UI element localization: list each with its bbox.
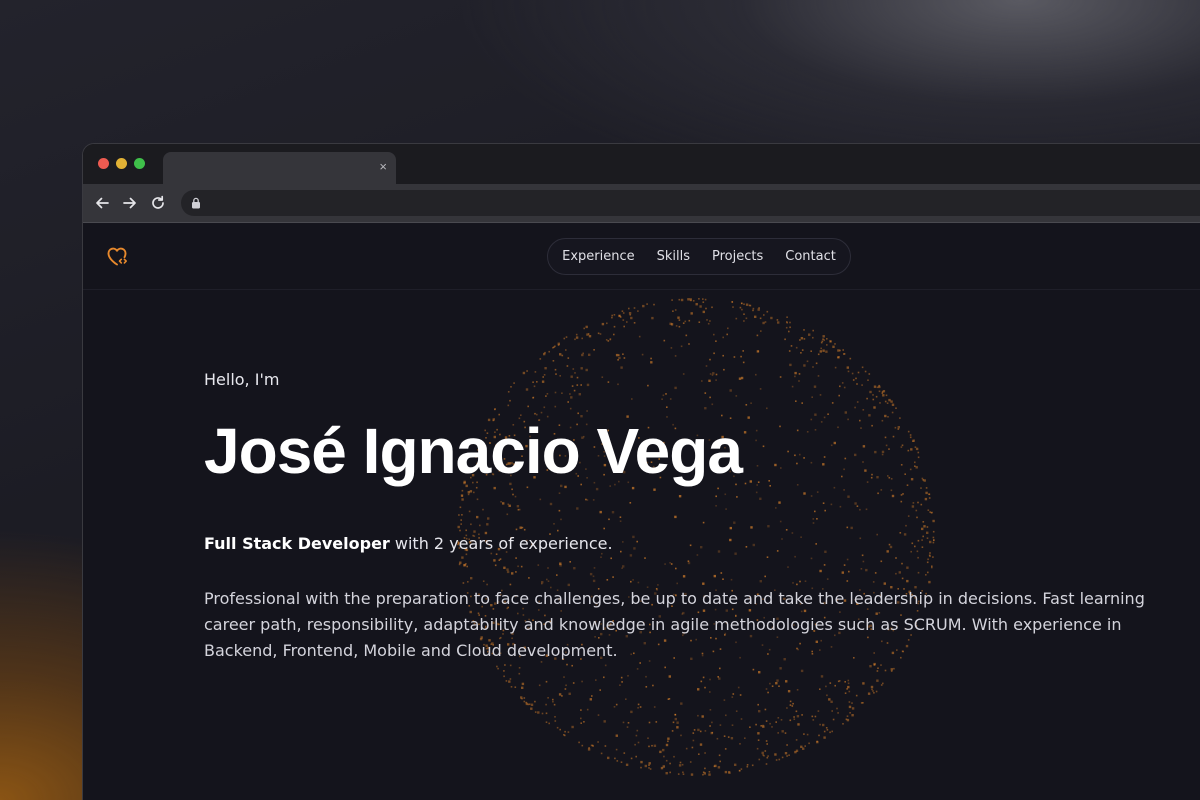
hero-role-suffix: with 2 years of experience.	[389, 534, 613, 553]
lock-icon	[192, 197, 200, 209]
site-header: Experience Skills Projects Contact	[83, 224, 1200, 290]
minimize-window-button[interactable]	[116, 158, 127, 169]
hero-name: José Ignacio Vega	[204, 415, 743, 487]
reload-icon[interactable]	[149, 194, 167, 212]
hero-role-line: Full Stack Developer with 2 years of exp…	[204, 534, 613, 553]
window-controls	[98, 158, 145, 169]
browser-window: × Experience Skills Projects Contact Hel…	[82, 143, 1200, 800]
page-viewport: Experience Skills Projects Contact Hello…	[83, 224, 1200, 800]
main-nav: Experience Skills Projects Contact	[547, 238, 851, 275]
hero-role: Full Stack Developer	[204, 534, 390, 553]
hero-greeting: Hello, I'm	[204, 370, 280, 389]
close-window-button[interactable]	[98, 158, 109, 169]
nav-link-contact[interactable]: Contact	[785, 249, 836, 264]
maximize-window-button[interactable]	[134, 158, 145, 169]
hero-bio: Professional with the preparation to fac…	[204, 589, 1145, 660]
back-arrow-icon[interactable]	[93, 194, 111, 212]
nav-link-projects[interactable]: Projects	[712, 249, 763, 264]
tab-bar: ×	[83, 144, 1200, 184]
address-bar[interactable]	[181, 190, 1200, 216]
nav-link-skills[interactable]: Skills	[657, 249, 690, 264]
forward-arrow-icon[interactable]	[121, 194, 139, 212]
close-tab-icon[interactable]: ×	[379, 160, 387, 174]
browser-tab[interactable]: ×	[163, 152, 396, 184]
browser-toolbar	[83, 184, 1200, 223]
heart-code-icon[interactable]	[105, 244, 129, 268]
nav-link-experience[interactable]: Experience	[562, 249, 635, 264]
